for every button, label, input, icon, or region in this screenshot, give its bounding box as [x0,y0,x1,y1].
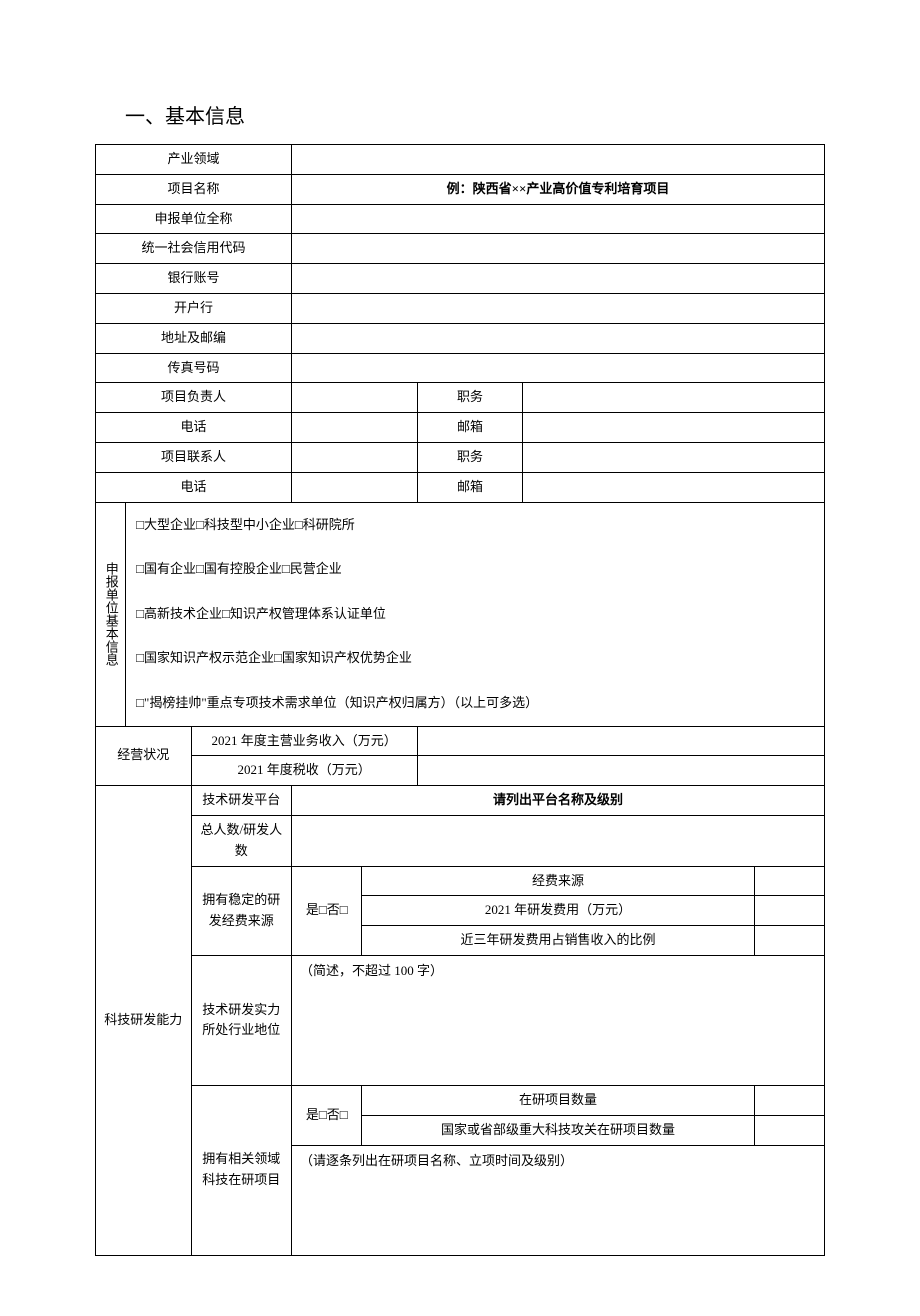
value-contact-position[interactable] [523,442,825,472]
label-social-credit-code: 统一社会信用代码 [96,234,292,264]
checkbox-line-5[interactable]: □"揭榜挂帅"重点专项技术需求单位（知识产权归属方）（以上可多选） [126,681,825,726]
label-revenue-2021: 2021 年度主营业务收入（万元） [191,726,417,756]
checkbox-line-1[interactable]: □大型企业□科技型中小企业□科研院所 [126,502,825,547]
value-project-contact[interactable] [292,442,418,472]
label-contact-email: 邮箱 [417,472,523,502]
value-rd-ratio[interactable] [754,926,824,956]
label-stable-funding: 拥有稳定的研发经费来源 [191,866,292,955]
label-funding-source: 经费来源 [362,866,754,896]
value-major-project-count[interactable] [754,1115,824,1145]
checkbox-line-3[interactable]: □高新技术企业□知识产权管理体系认证单位 [126,592,825,637]
label-bank-account: 银行账号 [96,264,292,294]
label-ongoing-projects: 拥有相关领域科技在研项目 [191,1085,292,1255]
value-project-leader[interactable] [292,383,418,413]
label-project-contact: 项目联系人 [96,442,292,472]
checkbox-line-2[interactable]: □国有企业□国有控股企业□民营企业 [126,547,825,592]
label-rd-platform: 技术研发平台 [191,786,292,816]
value-bank-name[interactable] [292,293,825,323]
value-address-postcode[interactable] [292,323,825,353]
value-headcount[interactable] [292,815,825,866]
section-title: 一、基本信息 [125,100,825,129]
value-leader-email[interactable] [523,413,825,443]
value-contact-email[interactable] [523,472,825,502]
label-ongoing-count: 在研项目数量 [362,1085,754,1115]
label-major-project-count: 国家或省部级重大科技攻关在研项目数量 [362,1115,754,1145]
value-leader-position[interactable] [523,383,825,413]
label-rd-capability: 科技研发能力 [96,786,192,1255]
value-industry-position[interactable]: （简述，不超过 100 字） [292,955,825,1085]
label-leader-email: 邮箱 [417,413,523,443]
checkbox-line-4[interactable]: □国家知识产权示范企业□国家知识产权优势企业 [126,636,825,681]
value-stable-funding-yesno[interactable]: 是□否□ [292,866,362,955]
value-project-name[interactable]: 例：陕西省××产业高价值专利培育项目 [292,174,825,204]
value-revenue-2021[interactable] [417,726,824,756]
label-contact-position: 职务 [417,442,523,472]
basic-info-table: 产业领域 项目名称 例：陕西省××产业高价值专利培育项目 申报单位全称 统一社会… [95,144,825,1256]
value-industry-field[interactable] [292,145,825,175]
value-social-credit-code[interactable] [292,234,825,264]
value-funding-source[interactable] [754,866,824,896]
value-project-list[interactable]: （请逐条列出在研项目名称、立项时间及级别） [292,1145,825,1255]
value-leader-phone[interactable] [292,413,418,443]
value-applicant-full-name[interactable] [292,204,825,234]
value-rd-expense-2021[interactable] [754,896,824,926]
label-leader-position: 职务 [417,383,523,413]
label-tax-2021: 2021 年度税收（万元） [191,756,417,786]
label-rd-ratio: 近三年研发费用占销售收入的比例 [362,926,754,956]
label-rd-expense-2021: 2021 年研发费用（万元） [362,896,754,926]
value-contact-phone[interactable] [292,472,418,502]
label-industry-field: 产业领域 [96,145,292,175]
label-applicant-full-name: 申报单位全称 [96,204,292,234]
label-fax: 传真号码 [96,353,292,383]
value-tax-2021[interactable] [417,756,824,786]
value-ongoing-yesno[interactable]: 是□否□ [292,1085,362,1145]
label-project-leader: 项目负责人 [96,383,292,413]
label-headcount: 总人数/研发人数 [191,815,292,866]
value-ongoing-count[interactable] [754,1085,824,1115]
value-bank-account[interactable] [292,264,825,294]
label-leader-phone: 电话 [96,413,292,443]
label-applicant-basic-info: 申报单位基本信息 [96,502,126,726]
label-operations: 经营状况 [96,726,192,786]
label-bank-name: 开户行 [96,293,292,323]
label-address-postcode: 地址及邮编 [96,323,292,353]
value-fax[interactable] [292,353,825,383]
label-industry-position: 技术研发实力所处行业地位 [191,955,292,1085]
value-rd-platform[interactable]: 请列出平台名称及级别 [292,786,825,816]
label-contact-phone: 电话 [96,472,292,502]
label-project-name: 项目名称 [96,174,292,204]
